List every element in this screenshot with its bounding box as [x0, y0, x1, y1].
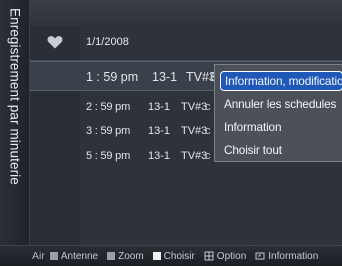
row-time: 2 : 59 pm — [86, 101, 131, 113]
schedule-row-selected[interactable]: 1 : 59 pm 13-1 TV#3 c — [86, 68, 218, 86]
row-program: TV#3 — [181, 125, 208, 137]
row-program: TV#3 — [186, 70, 216, 84]
option-label: Option — [216, 250, 247, 262]
row-channel: 13-1 — [148, 101, 171, 113]
menu-item-cancel-schedules[interactable]: Annuler les schedules — [220, 94, 342, 114]
row-extra: c — [205, 150, 211, 162]
antenna-label: Antenne — [60, 250, 99, 262]
zoom-label: Zoom — [118, 250, 144, 262]
schedule-row[interactable]: 5 : 59 pm 13-1 TV#3 c — [86, 150, 211, 162]
row-channel: 13-1 — [148, 125, 171, 137]
grey-square-icon — [107, 252, 116, 260]
side-title: Enregistrement par minuterie — [7, 8, 23, 185]
choose-key[interactable]: Choisir — [152, 250, 195, 262]
schedule-row[interactable]: 2 : 59 pm 13-1 TV#3 c — [86, 101, 211, 113]
date-label: 1/1/2008 — [86, 36, 129, 48]
row-time: 5 : 59 pm — [86, 150, 131, 162]
menu-item-information[interactable]: Information — [220, 117, 342, 137]
tools-icon — [204, 251, 214, 261]
options-popup-menu: Information, modification Annuler les sc… — [214, 64, 342, 162]
air-label: Air — [32, 250, 45, 262]
heart-icon — [47, 35, 63, 49]
menu-item-info-modify[interactable]: Information, modification — [220, 71, 342, 91]
option-key[interactable]: Option — [204, 251, 246, 262]
menu-item-select-all[interactable]: Choisir tout — [220, 140, 342, 160]
information-label: Information — [268, 250, 319, 262]
information-key[interactable]: Information — [255, 251, 318, 262]
side-title-strip: Enregistrement par minuterie — [0, 0, 30, 245]
zoom-key[interactable]: Zoom — [107, 251, 144, 262]
row-channel: 13-1 — [148, 150, 171, 162]
favorites-cell[interactable] — [30, 26, 80, 58]
icon-column — [30, 0, 80, 245]
timer-recording-screen: Enregistrement par minuterie 1/1/2008 1 … — [0, 0, 342, 266]
bottom-help-bar: Air Antenne Zoom Choisir Option Informat… — [0, 245, 342, 266]
row-extra: c — [205, 125, 211, 137]
row-time: 3 : 59 pm — [86, 125, 131, 137]
row-extra: c — [205, 101, 211, 113]
schedule-row[interactable]: 3 : 59 pm 13-1 TV#3 c — [86, 125, 211, 137]
row-channel: 13-1 — [152, 70, 178, 84]
choose-label: Choisir — [163, 250, 195, 262]
grey-square-icon — [49, 252, 58, 260]
header-shade — [30, 0, 342, 26]
row-time: 1 : 59 pm — [86, 70, 139, 84]
info-key-icon — [255, 251, 265, 261]
row-program: TV#3 — [181, 150, 208, 162]
antenna-key[interactable]: Antenne — [49, 250, 99, 262]
white-square-icon — [152, 252, 161, 260]
row-program: TV#3 — [181, 101, 208, 113]
